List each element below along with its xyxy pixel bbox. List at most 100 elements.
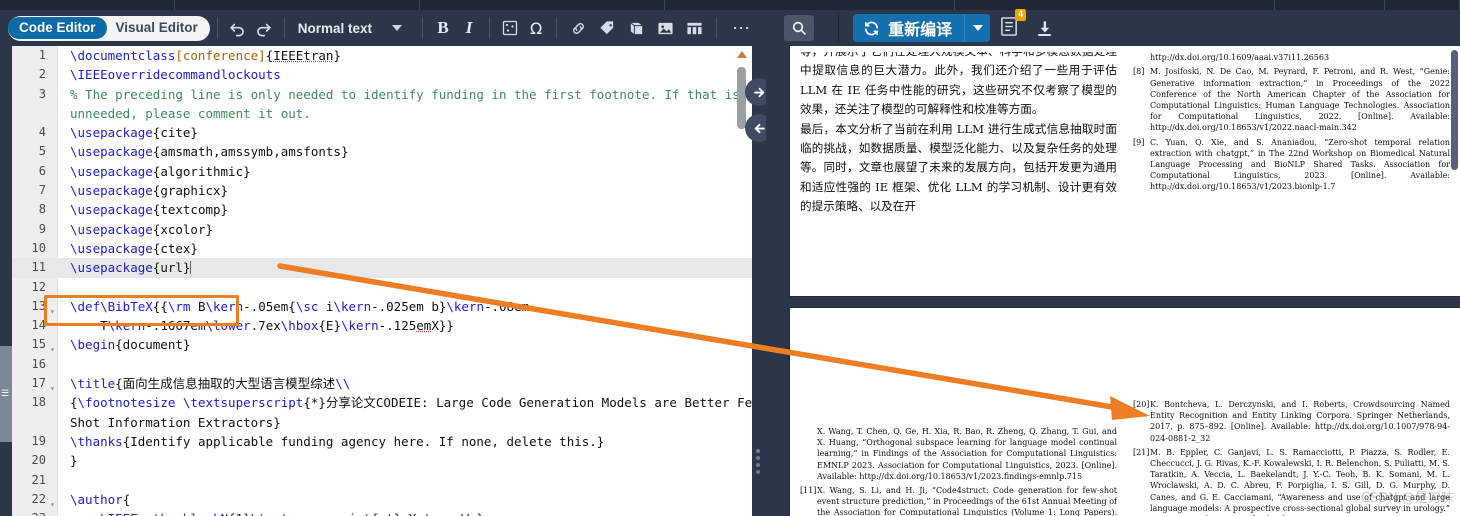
code-line[interactable]: 11 \usepackage{url} [12,258,752,278]
line-number: 3 [38,86,46,101]
tab-slot[interactable] [0,0,175,10]
code-token: \usepackage [70,202,153,218]
line-number: 9 [38,221,46,236]
code-token: } [333,48,341,63]
search-icon[interactable] [784,15,815,41]
line-number: 14 [31,318,46,333]
code-line[interactable]: 14 T\kern-.1667em\lower.7ex\hbox{E}\kern… [12,316,752,335]
code-line[interactable]: 17 ▾ \title{面向生成信息抽取的大型语言模型综述\\ [12,374,752,393]
compile-log-button[interactable]: 4 [1000,9,1027,40]
code-token: \hbox [280,318,319,334]
reference-number [1133,52,1150,63]
line-number: 21 [31,472,46,487]
code-line[interactable]: 7 \usepackage{graphicx} [12,181,752,200]
image-icon[interactable] [651,15,680,41]
reference-text: K. Bontcheva, L. Derczynski, and I. Robe… [1150,400,1450,443]
reference-text: C. Yuan, Q. Xie, and S. Ananiadou, “Zero… [1150,137,1450,192]
code-line[interactable]: unneeded, please comment it out. [12,104,752,123]
editor-scrollbar[interactable] [737,51,747,516]
line-number: 19 [31,433,46,448]
tab-slot[interactable] [175,0,420,10]
code-token: \usepackage [70,163,153,179]
toolbar-divider [556,17,558,39]
figure-table-icon[interactable] [680,15,709,41]
more-options-icon[interactable]: ⋯ [724,15,760,41]
insert-table-icon[interactable] [497,15,523,41]
code-line[interactable]: 6 \usepackage{algorithmic} [12,162,752,181]
tab-slot[interactable] [1385,0,1460,10]
code-line[interactable]: 4 \usepackage{cite} [12,123,752,142]
citation-icon[interactable] [622,15,651,41]
code-line[interactable]: Shot Information Extractors} [12,413,752,432]
recompile-button[interactable]: 重新编译 [853,14,965,42]
code-token: {*}分享论文CODEIE: Large Code Generation Mod… [303,395,752,411]
tab-slot[interactable] [1275,0,1385,10]
tab-visual-editor[interactable]: Visual Editor [107,21,210,35]
code-line[interactable]: 23 \IEEEauthorblockN{1}\textsuperscript{… [12,509,752,516]
code-line[interactable]: 13 ▾ \def\BibTeX{{\rm B\kern-.05em{\sc i\k… [12,297,752,316]
code-line[interactable]: 15 ▾ \begin{document} [12,335,752,354]
drag-handle-icon: ☰ [1,388,10,398]
scrollbar-thumb[interactable] [737,67,746,129]
link-icon[interactable] [564,15,593,41]
code-line[interactable]: 9 \usepackage{xcolor} [12,220,752,239]
drag-handle-icon[interactable] [756,446,760,477]
line-number: 16 [31,356,46,371]
code-token: {1} [228,511,251,516]
code-line[interactable]: 10 \usepackage{ctex} [12,239,752,258]
line-number: 20 [31,453,46,468]
pane-divider[interactable] [745,46,773,516]
download-icon[interactable] [1031,15,1057,41]
code-token: {{ [152,298,168,314]
recompile-options-button[interactable] [964,14,991,42]
code-line[interactable]: 12 [12,278,752,297]
bold-button[interactable]: B [430,15,456,41]
code-line[interactable]: 20} [12,451,752,470]
code-line[interactable]: 18 {\footnotesize \textsuperscript{*}分享论文… [12,393,752,412]
code-line[interactable]: 2 \IEEEoverridecommandlockouts [12,65,752,84]
code-token: \kern [340,318,379,334]
code-line[interactable]: 16 [12,355,752,374]
label-icon[interactable] [593,15,622,41]
code-line[interactable]: 22 ▾ \author{ [12,490,752,509]
code-line[interactable]: 21 [12,471,752,490]
code-token: \textsuperscript [182,395,304,411]
code-editor-pane[interactable]: 1 \documentclass[conference] {IEEEtran} 2 \I… [12,46,752,516]
tab-code-editor[interactable]: Code Editor [8,16,107,40]
pdf-paragraph: 最后，本文分析了当前在利用 LLM 进行生成式信息抽取时面临的挑战，如数据质量、… [800,121,1117,214]
recompile-label: 重新编译 [888,20,953,39]
toolbar-divider [422,17,424,39]
tab-slot[interactable] [665,0,955,10]
line-number: 4 [38,125,46,140]
pdf-page: X. Wang, T. Chen, Q. Ge, H. Xia, R. Bao,… [790,308,1460,516]
paragraph-style-select[interactable]: Normal text [292,21,378,36]
italic-button[interactable]: I [456,15,482,41]
code-token: -.08em [484,298,530,314]
tab-slot[interactable] [955,0,1275,10]
code-line[interactable]: 8 \usepackage{textcomp} [12,200,752,219]
code-token: B [190,298,206,314]
chevron-down-icon [972,25,983,31]
code-content[interactable]: 1 \documentclass[conference] {IEEEtran} 2 \I… [12,46,752,516]
code-line[interactable]: 1 \documentclass[conference]{IEEEtran} [12,46,752,65]
code-line[interactable]: 19 \thanks{Identify applicable funding ag… [12,432,752,451]
code-token: \footnotesize [77,395,176,411]
line-number: 18 [31,395,46,410]
line-number: 23 [12,509,46,516]
toolbar-divider [716,17,718,39]
math-symbol-button[interactable]: Ω [523,15,549,41]
code-token: {xcolor} [152,221,214,237]
tab-slot[interactable] [420,0,665,10]
line-number: 8 [38,202,46,217]
undo-icon[interactable] [225,15,251,41]
code-line[interactable]: 3 % The preceding line is only needed to … [12,85,752,104]
file-tree-resize-handle[interactable]: ☰ [0,346,12,442]
preview-scrollbar[interactable] [1451,50,1458,170]
line-number: 15 [31,337,46,352]
reference-number: [8] [1133,67,1145,77]
redo-icon[interactable] [251,15,277,41]
code-token: i [318,298,334,314]
pdf-preview-pane[interactable]: 等，开展示了它们在处理大规模文本、科学和多模态数据处理中提取信息的巨大潜力。此外… [766,46,1460,516]
code-line[interactable]: 5 \usepackage{amsmath,amssymb,amsfonts} [12,142,752,161]
chevron-down-icon[interactable] [392,25,403,31]
